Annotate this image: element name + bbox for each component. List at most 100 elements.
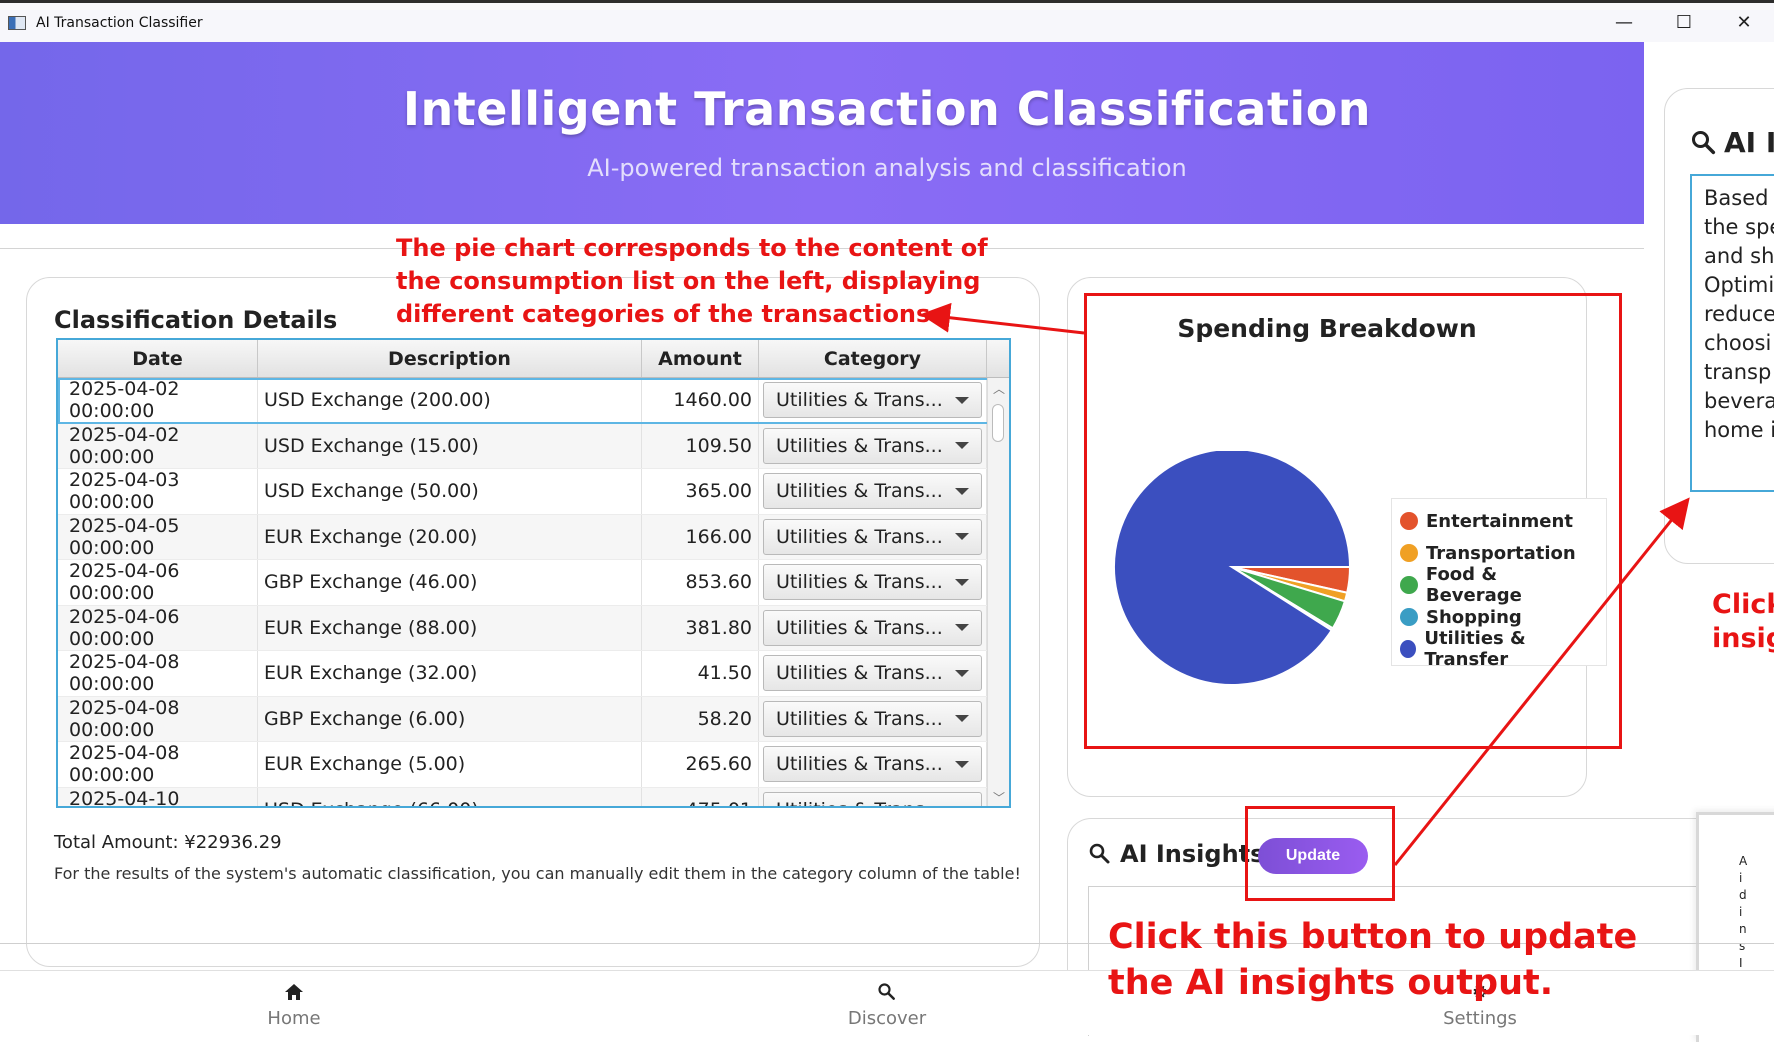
side-insights-line: Based — [1704, 186, 1769, 210]
cell-description: EUR Exchange (88.00) — [258, 605, 642, 650]
side-insights-line: home i — [1704, 418, 1774, 442]
side-insights-line: Optimi — [1704, 273, 1774, 297]
category-select[interactable]: Utilities & Trans... — [763, 427, 982, 464]
cell-date: 2025-04-02 00:00:00 — [58, 423, 258, 468]
nav-settings-label: Settings — [1443, 1008, 1517, 1029]
category-select[interactable]: Utilities & Trans... — [763, 518, 982, 555]
table-scrollbar[interactable]: ︿ ﹀ — [987, 378, 1009, 806]
classification-title: Classification Details — [54, 306, 338, 334]
cell-category: Utilities & Trans... — [759, 605, 987, 650]
table-body: 2025-04-02 00:00:00 USD Exchange (200.00)… — [58, 378, 1009, 808]
category-select[interactable]: Utilities & Trans... — [763, 564, 982, 601]
search-icon — [1691, 130, 1716, 154]
cell-date: 2025-04-03 00:00:00 — [58, 469, 258, 514]
side-insights-line: the spe — [1704, 215, 1774, 239]
cell-date: 2025-04-10 00:00:00 — [58, 787, 258, 806]
cell-date: 2025-04-08 00:00:00 — [58, 651, 258, 696]
cell-category: Utilities & Trans... — [759, 423, 987, 468]
table-row[interactable]: 2025-04-08 00:00:00 EUR Exchange (5.00) 26… — [58, 742, 1009, 788]
category-select-value: Utilities & Trans... — [776, 662, 943, 685]
total-amount: Total Amount: ¥22936.29 — [54, 832, 282, 853]
category-select-value: Utilities & Trans... — [776, 525, 943, 548]
category-select[interactable]: Utilities & Trans... — [763, 655, 982, 692]
popup-text-line: i — [1739, 871, 1743, 885]
nav-home[interactable]: Home — [234, 982, 354, 1029]
table-row[interactable]: 2025-04-02 00:00:00 USD Exchange (200.00)… — [58, 378, 1009, 424]
cell-category: Utilities & Trans... — [759, 514, 987, 559]
transactions-table: Date Description Amount Category 2025-04… — [56, 338, 1011, 808]
table-row[interactable]: 2025-04-06 00:00:00 GBP Exchange (46.00) 8… — [58, 560, 1009, 606]
cell-date: 2025-04-08 00:00:00 — [58, 742, 258, 787]
side-annotation-line1: Click — [1712, 589, 1774, 620]
cell-date: 2025-04-02 00:00:00 — [58, 378, 258, 423]
cell-description: EUR Exchange (5.00) — [258, 742, 642, 787]
cell-description: USD Exchange (200.00) — [258, 378, 642, 423]
column-header-date[interactable]: Date — [58, 340, 258, 377]
cell-description: GBP Exchange (6.00) — [258, 696, 642, 741]
category-select-value: Utilities & Trans... — [776, 480, 943, 503]
side-insights-line: and sh — [1704, 244, 1774, 268]
cell-description: USD Exchange (66.00) — [258, 787, 642, 806]
scroll-up-icon[interactable]: ︿ — [993, 380, 1005, 397]
popup-text-line: n — [1739, 922, 1747, 936]
side-insights-title-row: AI I — [1690, 126, 1774, 159]
update-button-highlight-box — [1245, 806, 1395, 901]
table-row[interactable]: 2025-04-08 00:00:00 EUR Exchange (32.00) 4… — [58, 651, 1009, 697]
table-row[interactable]: 2025-04-03 00:00:00 USD Exchange (50.00) 3… — [58, 469, 1009, 515]
column-header-category[interactable]: Category — [759, 340, 987, 377]
cell-amount: 381.80 — [642, 605, 759, 650]
category-select[interactable]: Utilities & Trans... — [763, 746, 982, 783]
column-header-description[interactable]: Description — [258, 340, 642, 377]
table-row[interactable]: 2025-04-05 00:00:00 EUR Exchange (20.00) 1… — [58, 514, 1009, 560]
chevron-down-icon — [955, 760, 969, 768]
minimize-button[interactable]: — — [1594, 3, 1654, 41]
side-insights-line: choosi — [1704, 331, 1772, 355]
side-insights-text[interactable]: Based the spe and sh Optimi reduce choosi tran… — [1690, 174, 1774, 492]
table-row[interactable]: 2025-04-10 00:00:00USD Exchange (66.00)4… — [58, 787, 1009, 808]
side-insights-line: reduce — [1704, 302, 1774, 326]
cell-amount: 58.20 — [642, 696, 759, 741]
chevron-down-icon — [955, 715, 969, 723]
table-row[interactable]: 2025-04-08 00:00:00 GBP Exchange (6.00) 58… — [58, 696, 1009, 742]
chevron-down-icon — [955, 487, 969, 495]
cell-description: GBP Exchange (46.00) — [258, 560, 642, 605]
nav-discover[interactable]: Discover — [827, 982, 947, 1029]
cell-date: 2025-04-08 00:00:00 — [58, 696, 258, 741]
cell-amount: 41.50 — [642, 651, 759, 696]
scroll-thumb[interactable] — [992, 404, 1004, 442]
nav-discover-label: Discover — [847, 1008, 927, 1029]
classification-note: For the results of the system's automati… — [54, 864, 1021, 883]
window-title: AI Transaction Classifier — [36, 14, 203, 31]
maximize-button[interactable]: ☐ — [1654, 3, 1714, 41]
category-select-value: Utilities & Trans... — [776, 434, 943, 457]
table-header: Date Description Amount Category — [58, 340, 1009, 378]
table-row[interactable]: 2025-04-02 00:00:00 USD Exchange (15.00) 1… — [58, 423, 1009, 469]
category-select[interactable]: Utilities & Trans... — [763, 791, 982, 808]
close-button[interactable]: ✕ — [1714, 3, 1774, 41]
window-titlebar: AI Transaction Classifier — ☐ ✕ — [0, 0, 1774, 42]
side-annotation: Click insig — [1712, 588, 1774, 656]
category-select[interactable]: Utilities & Trans... — [763, 382, 982, 419]
page-title: Intelligent Transaction Classification — [402, 82, 1372, 136]
category-select[interactable]: Utilities & Trans... — [763, 700, 982, 737]
pie-chart-annotation: The pie chart corresponds to the content… — [396, 234, 988, 328]
column-header-amount[interactable]: Amount — [642, 340, 759, 377]
category-select[interactable]: Utilities & Trans... — [763, 473, 982, 510]
scroll-down-icon[interactable]: ﹀ — [993, 789, 1005, 806]
side-insights-line: transp — [1704, 360, 1772, 384]
popup-text-line: d — [1739, 888, 1747, 902]
chevron-down-icon — [955, 806, 969, 808]
table-row[interactable]: 2025-04-06 00:00:00 EUR Exchange (88.00) 3… — [58, 605, 1009, 651]
cell-category: Utilities & Trans... — [759, 696, 987, 741]
category-select[interactable]: Utilities & Trans... — [763, 609, 982, 646]
cell-description: EUR Exchange (32.00) — [258, 651, 642, 696]
cell-amount: 475.01 — [642, 787, 759, 806]
chevron-down-icon — [955, 578, 969, 586]
category-select-value: Utilities & Trans... — [776, 707, 943, 730]
side-insights-title: AI I — [1724, 126, 1774, 159]
cell-date: 2025-04-06 00:00:00 — [58, 560, 258, 605]
category-select-value: Utilities & Trans... — [776, 571, 943, 594]
chevron-down-icon — [955, 442, 969, 450]
home-icon — [234, 982, 354, 1004]
cell-amount: 265.60 — [642, 742, 759, 787]
